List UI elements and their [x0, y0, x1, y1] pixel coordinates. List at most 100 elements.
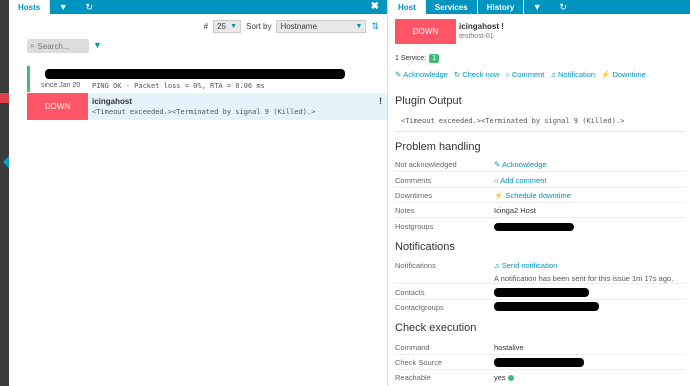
list-controls: # 25 ▼ Sort by Hostname ▼ ⇅ — [204, 20, 379, 33]
check-execution-heading: Check execution — [395, 322, 477, 334]
notification-note: A notification has been sent for this is… — [494, 274, 674, 283]
command-row: Command hostalive — [395, 340, 685, 355]
tab-host-label: Host — [398, 2, 416, 12]
notes-row: Notes Icinga2 Host — [395, 203, 685, 218]
contactgroups-label: Contactgroups — [395, 303, 444, 312]
tab-services[interactable]: Services — [426, 0, 478, 14]
plug-icon: ⚡ — [494, 191, 506, 200]
left-tabbar: Hosts ▼ ↻ — [9, 0, 387, 14]
command-value: hostalive — [494, 343, 524, 352]
refresh-icon[interactable]: ↻ — [76, 0, 102, 14]
schedule-downtime-link[interactable]: ⚡ Schedule downtime — [494, 191, 571, 200]
tab-host[interactable]: Host — [389, 0, 426, 14]
check-now-link[interactable]: ↻ Check now — [454, 70, 499, 79]
state-badge: DOWN — [395, 19, 456, 44]
comments-row: Comments ○ Add comment — [395, 173, 685, 188]
tab-history-label: History — [486, 2, 515, 12]
limit-select[interactable]: 25 ▼ — [213, 20, 242, 33]
host-actions: ✎ Acknowledge ↻ Check now ○ Comment ♫ Notifi… — [395, 70, 646, 79]
contactgroups-row: Contactgroups — [395, 300, 685, 315]
host-detail: Host Services History ▼ ↻ DOWN icingahos… — [389, 0, 690, 386]
refresh-icon[interactable]: ↻ — [550, 0, 576, 14]
host-row-selected[interactable]: DOWN icingahost <Timeout exceeded.><Term… — [27, 93, 387, 120]
check-source-row: Check Source — [395, 355, 685, 370]
reachable-value: yes — [494, 373, 514, 382]
notes-label: Notes — [395, 206, 415, 215]
command-label: Command — [395, 343, 430, 352]
status-bar — [27, 66, 30, 92]
contacts-row: Contacts — [395, 285, 685, 300]
state-badge: DOWN — [27, 93, 88, 120]
edit-icon: ✎ — [395, 70, 402, 79]
check-now-label: Check now — [462, 70, 500, 79]
reachable-label: Reachable — [395, 373, 431, 382]
downtimes-label: Downtimes — [395, 191, 433, 200]
plug-icon: ⚡ — [601, 70, 611, 79]
ok-dot-icon — [507, 375, 514, 382]
reachable-text: yes — [494, 373, 506, 382]
check-source-label: Check Source — [395, 358, 443, 367]
send-notification-link[interactable]: ♫ Send notification — [494, 261, 557, 270]
hostgroups-label: Hostgroups — [395, 222, 434, 231]
close-icon[interactable]: ✖ — [371, 1, 379, 12]
acknowledge-label: Acknowledge — [403, 70, 448, 79]
filter-icon[interactable]: ▼ — [93, 40, 102, 50]
search-input[interactable]: ⌕ Search... — [27, 39, 89, 53]
chevron-down-icon[interactable]: ▼ — [524, 0, 550, 14]
caret-down-icon: ▼ — [355, 23, 363, 30]
comment-label: Comment — [511, 70, 545, 79]
comment-icon: ○ — [505, 70, 510, 79]
tab-hosts[interactable]: Hosts — [9, 0, 51, 14]
sort-value: Hostname — [280, 22, 317, 31]
notifications-heading: Notifications — [395, 241, 455, 253]
comments-label: Comments — [395, 176, 432, 185]
hostgroups-row: Hostgroups — [395, 219, 685, 234]
notifications-label: Notifications — [395, 261, 436, 270]
ack-label: Not acknowledged — [395, 160, 457, 169]
acknowledge-link[interactable]: ✎ Acknowledge — [395, 70, 448, 79]
since-label: since Jan 20 — [41, 82, 81, 89]
contacts-label: Contacts — [395, 288, 425, 297]
app-root: Hosts ▼ ↻ ✖ # 25 ▼ Sort by Hostname ▼ ⇅ ⌕ … — [0, 0, 690, 386]
bell-icon: ♫ — [550, 70, 556, 79]
send-notification-label: Send notification — [501, 261, 558, 270]
unhandled-flag: ! — [501, 22, 504, 31]
limit-label: # — [203, 22, 209, 31]
services-label: 1 Service: — [395, 55, 427, 62]
host-name: icingahost — [92, 97, 133, 106]
add-comment-link[interactable]: ○ Add comment — [494, 176, 546, 185]
comment-link[interactable]: ○ Comment — [505, 70, 544, 79]
downtime-link[interactable]: ⚡ Downtime — [601, 70, 646, 79]
search-placeholder: Search... — [37, 41, 70, 51]
search-icon: ⌕ — [30, 41, 35, 50]
reachable-row: Reachable yes — [395, 370, 685, 385]
services-count-badge[interactable]: 1 — [429, 54, 440, 63]
bell-icon: ♫ — [494, 261, 502, 270]
host-address: testhost-01 — [459, 33, 494, 40]
schedule-downtime-label: Schedule downtime — [505, 191, 571, 200]
tab-history[interactable]: History — [478, 0, 525, 14]
redacted-hostname — [45, 69, 345, 79]
tab-services-label: Services — [434, 2, 468, 12]
tab-hosts-label: Hosts — [18, 2, 41, 12]
acknowledge-link[interactable]: ✎ Acknowledge — [494, 160, 547, 169]
host-name: icingahost ! — [459, 22, 504, 31]
hosts-column: Hosts ▼ ↻ ✖ # 25 ▼ Sort by Hostname ▼ ⇅ ⌕ … — [9, 0, 388, 386]
sort-select[interactable]: Hostname ▼ — [276, 20, 367, 33]
right-tabbar: Host Services History ▼ ↻ — [389, 0, 690, 14]
redacted-hostgroups — [494, 223, 574, 231]
plugin-output: PING OK - Packet loss = 0%, RTA = 0.06 m… — [92, 82, 265, 90]
redacted-contactgroups — [494, 302, 599, 311]
notification-link[interactable]: ♫ Notification — [550, 70, 595, 79]
plugin-output: <Timeout exceeded.><Terminated by signal… — [395, 112, 685, 132]
sort-label: Sort by — [246, 22, 272, 31]
limit-value: 25 — [217, 22, 227, 31]
sort-direction-icon[interactable]: ⇅ — [371, 21, 379, 32]
host-name-text: icingahost — [459, 22, 500, 31]
add-comment-label: Add comment — [500, 176, 547, 185]
notes-value: Icinga2 Host — [494, 206, 536, 215]
plugin-output-heading: Plugin Output — [395, 95, 462, 107]
chevron-down-icon[interactable]: ▼ — [50, 0, 76, 14]
host-row[interactable]: since Jan 20 PING OK - Packet loss = 0%,… — [27, 66, 387, 92]
notification-label: Notification — [558, 70, 596, 79]
